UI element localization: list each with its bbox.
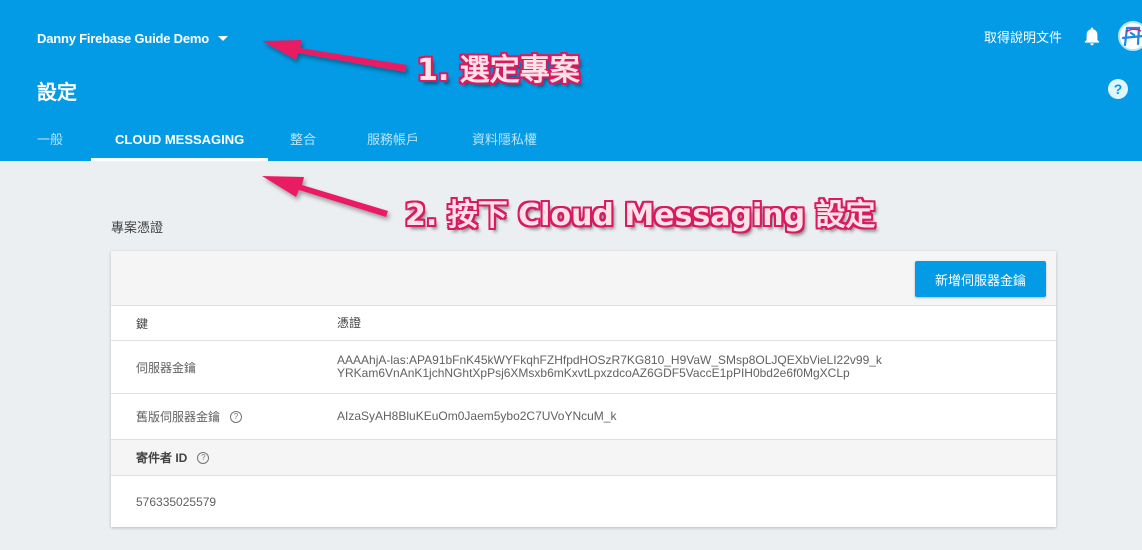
column-header-credential: 憑證 (337, 315, 362, 330)
legacy-key-value[interactable]: AIzaSyAH8BluKEuOm0Jaem5ybo2C7UVoYNcuM_k (337, 394, 616, 439)
settings-tabs: 一般 CLOUD MESSAGING 整合 服務帳戶 資料隱私權 (0, 130, 700, 161)
add-server-key-button[interactable]: 新增伺服器金鑰 (915, 261, 1046, 297)
credentials-card: 新增伺服器金鑰 鍵 憑證 伺服器金鑰 AAAAhjA-las:APA91bFnK… (111, 251, 1056, 527)
arrow-to-cloud-messaging-tab (262, 176, 388, 217)
annotation-step-1: 1. 選定專案 (417, 53, 580, 88)
column-header-key: 鍵 (136, 316, 149, 331)
page-title: 設定 (37, 82, 77, 104)
legacy-key-label-cell: 舊版伺服器金鑰 ? (136, 394, 243, 439)
table-row: 舊版伺服器金鑰 ? AIzaSyAH8BluKEuOm0Jaem5ybo2C7U… (111, 394, 1056, 440)
tab-data-privacy[interactable]: 資料隱私權 (472, 130, 537, 161)
table-header-row: 鍵 憑證 (111, 306, 1056, 341)
server-key-label: 伺服器金鑰 (136, 360, 197, 375)
sender-id-value[interactable]: 576335025579 (136, 476, 216, 527)
tab-service-accounts[interactable]: 服務帳戶 (367, 130, 419, 161)
tab-integrations[interactable]: 整合 (290, 130, 316, 161)
caret-down-icon[interactable] (218, 36, 228, 41)
help-circle-icon[interactable]: ? (230, 410, 243, 423)
tab-general[interactable]: 一般 (37, 130, 63, 161)
server-key-value[interactable]: AAAAhjA-las:APA91bFnK45kWYFkqhFZHfpdHOSz… (337, 341, 882, 393)
server-key-line-2[interactable]: YRKam6VnAnK1jchNGhtXpPsj6XMsxb6mKxvtLpxz… (337, 367, 882, 380)
annotation-step-2: 2. 按下 Cloud Messaging 設定 (405, 198, 876, 233)
help-circle-icon[interactable]: ? (197, 451, 210, 464)
table-row: 伺服器金鑰 AAAAhjA-las:APA91bFnK45kWYFkqhFZHf… (111, 341, 1056, 394)
avatar[interactable] (1118, 21, 1142, 51)
sender-id-label: 寄件者 ID (136, 451, 188, 465)
project-selector[interactable]: Danny Firebase Guide Demo (37, 27, 228, 49)
section-title: 專案憑證 (111, 220, 164, 235)
docs-link[interactable]: 取得說明文件 (984, 27, 1062, 46)
table-row: 576335025579 (111, 476, 1056, 527)
header-actions: 取得說明文件 (984, 20, 1142, 52)
sender-id-header-row: 寄件者 ID ? (111, 440, 1056, 476)
legacy-key-label: 舊版伺服器金鑰 (136, 410, 221, 424)
bell-icon[interactable] (1082, 25, 1102, 47)
project-name[interactable]: Danny Firebase Guide Demo (37, 31, 209, 46)
avatar-image (1120, 23, 1142, 49)
sender-id-label-cell: 寄件者 ID ? (136, 440, 210, 475)
card-toolbar: 新增伺服器金鑰 (111, 251, 1056, 306)
tab-cloud-messaging[interactable]: CLOUD MESSAGING (91, 130, 269, 161)
help-icon[interactable]: ? (1108, 79, 1128, 99)
